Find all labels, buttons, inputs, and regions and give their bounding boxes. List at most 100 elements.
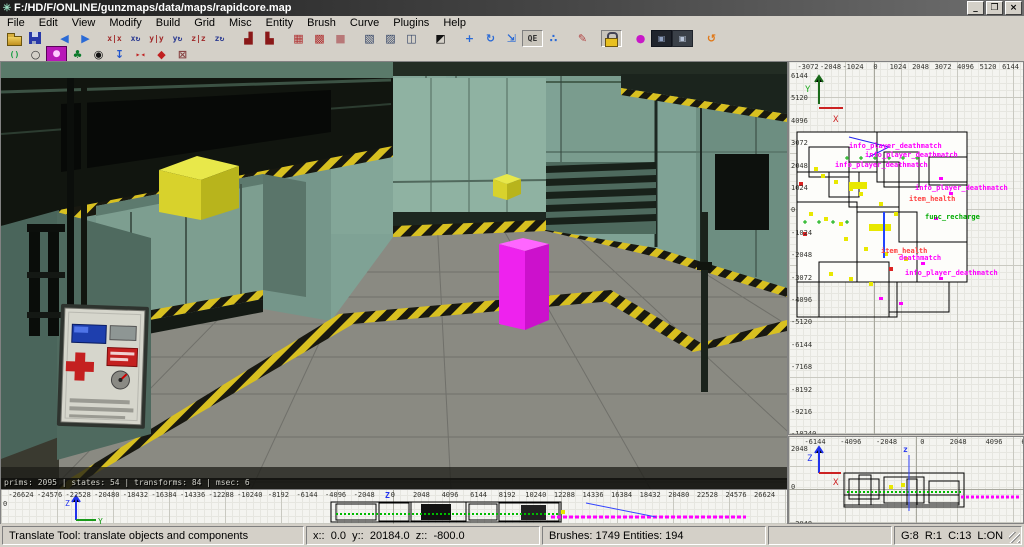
redo-button[interactable]: ▶: [75, 30, 96, 47]
axis-label-y: Y: [98, 517, 103, 524]
flip-z-button[interactable]: z|z: [188, 30, 209, 47]
menu-item[interactable]: Entity: [259, 17, 301, 29]
selection-block-button[interactable]: ■: [330, 30, 351, 47]
drop-entity-button[interactable]: ↧: [109, 46, 130, 63]
app-icon: ✳: [2, 2, 12, 14]
z-axis-marker: Z: [385, 491, 390, 500]
select-touching-button[interactable]: ▦: [288, 30, 309, 47]
menu-item[interactable]: View: [65, 17, 103, 29]
sphere-tool-button[interactable]: ●: [630, 30, 651, 47]
menu-item[interactable]: Modify: [102, 17, 148, 29]
side-2d-view[interactable]: Z X z -6144-4096-20480204840966144: [788, 436, 1024, 524]
texture-lock-button[interactable]: [601, 30, 622, 47]
entity-label: item_health: [909, 195, 956, 203]
status-grid-info: G:8 R:1 C:13 L:ON: [894, 526, 1022, 545]
rotate-z-button[interactable]: z↻: [209, 30, 230, 47]
toolbar-separator: [422, 31, 430, 46]
entity-label: info_player_deathmatch: [849, 142, 942, 150]
title-bar: ✳ F:/HD/F/ONLINE/gunzmaps/data/maps/rapi…: [0, 0, 1024, 16]
save-button[interactable]: [25, 30, 46, 47]
menu-item[interactable]: Grid: [187, 17, 222, 29]
patch-toggle-button[interactable]: (): [4, 46, 25, 63]
menu-item[interactable]: Edit: [32, 17, 65, 29]
toolbar-separator: [564, 31, 572, 46]
menu-bar: File Edit View Modify Build Grid Misc Entity Bru…: [0, 16, 1024, 30]
window-controls: _ ❐ ×: [967, 1, 1024, 15]
menu-item[interactable]: Brush: [300, 17, 343, 29]
flip-x-button[interactable]: x|x: [104, 30, 125, 47]
camera-inspector-button[interactable]: ◉: [88, 46, 109, 63]
shader-edit-button[interactable]: ▣: [651, 30, 672, 47]
render-stats: prims: 2095 | states: 54 | transforms: 8…: [4, 478, 250, 487]
status-bar: Translate Tool: translate objects and co…: [0, 524, 1024, 547]
top-2d-view[interactable]: Y X info_player_deathmatch info_player_d…: [788, 61, 1024, 435]
noclip-button[interactable]: ⊠: [172, 46, 193, 63]
brush-paint-button[interactable]: ✎: [572, 30, 593, 47]
rotate-tool-button[interactable]: ↻: [480, 30, 501, 47]
toolbar-separator: [351, 31, 359, 46]
translate-tool-button[interactable]: +: [459, 30, 480, 47]
entity-label: info_player_deathmatch: [835, 161, 928, 169]
menu-item[interactable]: Help: [436, 17, 473, 29]
model-browser-button[interactable]: ♣: [67, 46, 88, 63]
menu-item[interactable]: Curve: [343, 17, 386, 29]
entity-label: func_recharge: [925, 213, 980, 221]
z-axis-marker: z: [903, 445, 908, 454]
axis-label-z: Z: [65, 499, 70, 508]
entity-label-layer: info_player_deathmatch info_player_deathm…: [789, 62, 1023, 434]
application-window: ✳ F:/HD/F/ONLINE/gunzmaps/data/maps/rapi…: [0, 0, 1024, 547]
media-browser-button[interactable]: ▣: [672, 30, 693, 47]
restore-button[interactable]: ❐: [986, 1, 1003, 15]
toolbar-separator: [46, 31, 54, 46]
axis-label-x: X: [833, 478, 839, 488]
status-coordinates: x:: 0.0 y:: 20184.0 z:: -800.0: [306, 526, 540, 545]
texture-mode-button[interactable]: ◩: [430, 30, 451, 47]
minimize-button[interactable]: _: [967, 1, 984, 15]
bottom-2d-view[interactable]: Z Y Z -26624 -24576 -22528 -20480 -18432 -163…: [0, 489, 788, 525]
flip-y-button[interactable]: y|y: [146, 30, 167, 47]
view-cube-xy-button[interactable]: ▧: [359, 30, 380, 47]
window-title: F:/HD/F/ONLINE/gunzmaps/data/maps/rapidc…: [14, 2, 292, 14]
open-file-button[interactable]: [4, 30, 25, 47]
axis-label-z: Z: [807, 454, 813, 464]
qe-coupled-view-button[interactable]: QE: [522, 30, 543, 47]
mirror-split-button[interactable]: ▸◂: [130, 46, 151, 63]
rotate-x-button[interactable]: x↻: [125, 30, 146, 47]
status-spare: [768, 526, 892, 545]
view-cube-yz-button[interactable]: ◫: [401, 30, 422, 47]
resize-tool-button[interactable]: ⇲: [501, 30, 522, 47]
clip-diamond-button[interactable]: ◆: [151, 46, 172, 63]
curve-swirl-button[interactable]: ↺: [701, 30, 722, 47]
csg-subtract-button[interactable]: ▟: [238, 30, 259, 47]
main-area: prims: 2095 | states: 54 | transforms: 8…: [0, 61, 1024, 524]
toolbar-row-2: () ○ ● ♣ ◉ ↧ ▸◂ ◆ ⊠: [0, 45, 1024, 63]
status-tool: Translate Tool: translate objects and co…: [2, 526, 304, 545]
close-button[interactable]: ×: [1005, 1, 1022, 15]
bottom-view-map: Z Y: [65, 494, 746, 524]
entity-label: info_player_deathmatch: [865, 151, 958, 159]
rotate-y-button[interactable]: y↻: [167, 30, 188, 47]
entity-label: deathmatch: [899, 254, 942, 262]
menu-item[interactable]: Plugins: [386, 17, 436, 29]
texture-browser-button[interactable]: ●: [46, 45, 67, 63]
right-panel: Y X info_player_deathmatch info_player_d…: [788, 61, 1024, 524]
camera-viewport[interactable]: prims: 2095 | states: 54 | transforms: 8…: [0, 61, 788, 491]
menu-item[interactable]: File: [0, 17, 32, 29]
vertex-mode-button[interactable]: ○: [25, 46, 46, 63]
status-counts: Brushes: 1749 Entities: 194: [542, 526, 766, 545]
entity-label: info_player_deathmatch: [915, 184, 1008, 192]
menu-item[interactable]: Misc: [222, 17, 259, 29]
toolbar-separator: [622, 31, 630, 46]
toolbar-separator: [280, 31, 288, 46]
toolbar-separator: [593, 31, 601, 46]
undo-button[interactable]: ◀: [54, 30, 75, 47]
select-inside-button[interactable]: ▩: [309, 30, 330, 47]
view-cube-xz-button[interactable]: ▨: [380, 30, 401, 47]
scale-tool-button[interactable]: ∴: [543, 30, 564, 47]
menu-item[interactable]: Build: [149, 17, 187, 29]
csg-merge-button[interactable]: ▙: [259, 30, 280, 47]
camera-scene: [1, 62, 787, 490]
toolbar-separator: [96, 31, 104, 46]
toolbar-separator: [693, 31, 701, 46]
entity-label: info_player_deathmatch: [905, 269, 998, 277]
